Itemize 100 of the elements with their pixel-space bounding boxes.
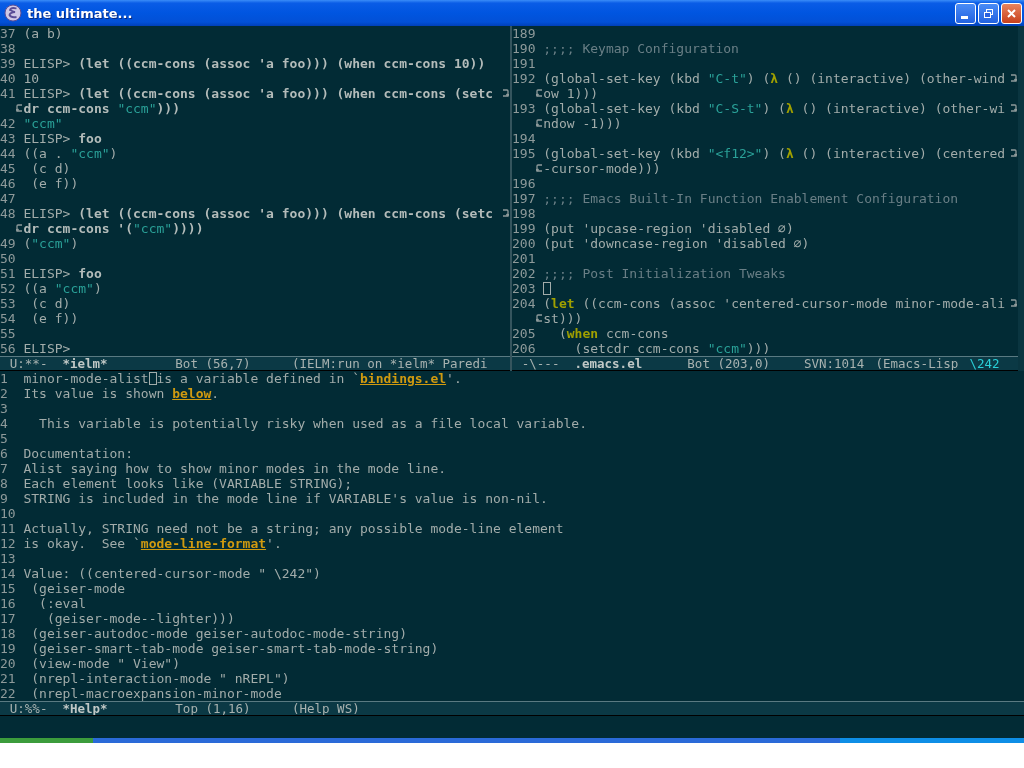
mode-line-info: (Emacs-Lisp xyxy=(875,357,959,370)
code-line: (global-set-key (kbd "C-S-t") (λ () (interactive) (other-wi xyxy=(543,101,1006,116)
line-number: 56 xyxy=(0,341,16,356)
code-line: minor-mode-alist is a variable defined in `bindings.el'. xyxy=(23,371,462,386)
code-line: (a b) xyxy=(23,26,63,41)
line-number: 197 xyxy=(512,191,536,206)
code-line: ;;;; Emacs Built-In Function Enablement Configuration xyxy=(543,191,959,206)
code-line: Its value is shown below. xyxy=(23,386,220,401)
code-line: "ccm" xyxy=(23,116,63,131)
continuation-arrow-icon xyxy=(16,104,24,113)
window-title: the ultimate... xyxy=(27,5,133,21)
code-line: ((a . "ccm") xyxy=(23,146,118,161)
line-number: 11 xyxy=(0,521,16,536)
line-number: 50 xyxy=(0,251,16,266)
editor-buffer[interactable] xyxy=(512,26,1018,356)
line-number: 54 xyxy=(0,311,16,326)
code-line: ELISP> (let ((ccm-cons (assoc 'a foo))) (when ccm-cons (setc xyxy=(23,206,494,221)
line-number: 47 xyxy=(0,191,16,206)
code-line: (view-mode " View") xyxy=(30,656,180,671)
continuation-arrow-icon xyxy=(535,314,543,323)
code-line: ndow -1))) xyxy=(543,116,622,131)
line-number: 18 xyxy=(0,626,16,641)
line-number: 16 xyxy=(0,596,16,611)
mode-line-status: U:**- xyxy=(9,357,49,370)
line-number: 46 xyxy=(0,176,16,191)
buffer-name: *ielm* xyxy=(62,357,109,370)
line-number: 2 xyxy=(0,386,8,401)
minimize-button[interactable] xyxy=(955,2,976,24)
buffer-name: .emacs.el xyxy=(574,357,644,370)
code-line: Value: ((centered-cursor-mode " \242") xyxy=(23,566,321,581)
continuation-arrow-icon xyxy=(16,224,24,233)
line-number: 37 xyxy=(0,26,16,41)
mode-line-info: SVN:1014 xyxy=(803,357,865,370)
line-number: 52 xyxy=(0,281,16,296)
line-number: 9 xyxy=(0,491,8,506)
code-line: ELISP> foo xyxy=(23,266,102,281)
code-line: (let ((ccm-cons (assoc 'centered-cursor-mode minor-mode-ali xyxy=(543,296,1006,311)
line-number: 45 xyxy=(0,161,16,176)
link[interactable]: bindings.el xyxy=(360,371,447,386)
code-line: ;;;; Post Initialization Tweaks xyxy=(543,266,786,281)
editor-buffer[interactable] xyxy=(0,26,510,356)
code-line: ("ccm") xyxy=(23,236,79,251)
line-number: 196 xyxy=(512,176,536,191)
start-button[interactable] xyxy=(0,738,93,743)
wrap-arrow-icon xyxy=(502,209,509,218)
code-line: (geiser-autodoc-mode geiser-autodoc-mode-string) xyxy=(30,626,407,641)
code-line: ELISP> xyxy=(23,341,71,356)
line-number: 204 xyxy=(512,296,536,311)
line-number: 48 xyxy=(0,206,16,221)
continuation-arrow-icon xyxy=(535,89,543,98)
mode-line-info: (IELM:run on *ielm* Paredi xyxy=(291,357,488,370)
line-number: 53 xyxy=(0,296,16,311)
link[interactable]: below xyxy=(172,386,212,401)
code-line: dr ccm-cons '("ccm")))) xyxy=(23,221,204,236)
code-line: (e f)) xyxy=(30,311,79,326)
line-number: 10 xyxy=(0,506,16,521)
code-line: ;;;; Keymap Configuration xyxy=(543,41,739,56)
code-line: 10 xyxy=(23,71,40,86)
code-line: (e f)) xyxy=(30,176,79,191)
line-number: 39 xyxy=(0,56,16,71)
line-number: 21 xyxy=(0,671,16,686)
line-number: 55 xyxy=(0,326,16,341)
code-line: (geiser-mode xyxy=(30,581,126,596)
code-line: (geiser-mode--lighter))) xyxy=(45,611,235,626)
code-line: -cursor-mode))) xyxy=(543,161,661,176)
mode-line-info: (Help WS) xyxy=(291,702,360,715)
continuation-arrow-icon xyxy=(535,164,543,173)
code-line: (setcdr ccm-cons "ccm"))) xyxy=(573,341,771,356)
code-line: (when ccm-cons xyxy=(557,326,669,341)
line-number: 38 xyxy=(0,41,16,56)
mode-line-status: U:%%- xyxy=(9,702,49,715)
cursor-position: Bot (203,0) xyxy=(687,357,772,370)
continuation-arrow-icon xyxy=(535,119,543,128)
code-line: STRING is included in the mode line if VARIABLE's value is non-nil. xyxy=(23,491,548,506)
line-number: 206 xyxy=(512,341,536,356)
code-line: (global-set-key (kbd "C-t") (λ () (interactive) (other-wind xyxy=(543,71,1006,86)
code-line: This variable is potentially risky when used as a file local variable. xyxy=(38,416,587,431)
line-number: 1 xyxy=(0,371,8,386)
line-number: 14 xyxy=(0,566,16,581)
close-button[interactable] xyxy=(1001,2,1022,24)
line-number: 3 xyxy=(0,401,8,416)
line-number: 189 xyxy=(512,26,536,41)
line-number: 194 xyxy=(512,131,536,146)
line-number: 42 xyxy=(0,116,16,131)
link[interactable]: mode-line-format xyxy=(140,536,267,551)
code-line: (global-set-key (kbd "<f12>") (λ () (interactive) (centered xyxy=(543,146,1006,161)
line-number: 40 xyxy=(0,71,16,86)
wrap-arrow-icon xyxy=(502,89,509,98)
close-icon xyxy=(1006,7,1017,19)
line-number: 191 xyxy=(512,56,536,71)
code-line: dr ccm-cons "ccm"))) xyxy=(23,101,180,116)
buffer-name: *Help* xyxy=(62,702,109,715)
line-number: 44 xyxy=(0,146,16,161)
line-number: 202 xyxy=(512,266,536,281)
text-cursor xyxy=(543,282,552,295)
restore-button[interactable] xyxy=(978,2,999,24)
line-number: 190 xyxy=(512,41,536,56)
wrap-arrow-icon xyxy=(1010,104,1017,113)
line-number: 43 xyxy=(0,131,16,146)
code-line: Documentation: xyxy=(23,446,134,461)
